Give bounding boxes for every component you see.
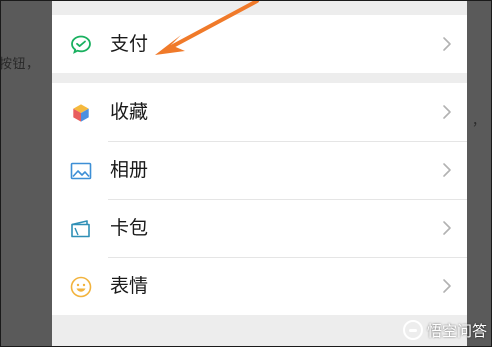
favorites-cube-icon (69, 101, 93, 125)
card-wallet-icon (69, 217, 93, 241)
chevron-right-icon (441, 35, 453, 53)
wechat-me-page: 支付 收藏 相册 卡包 表情 (52, 1, 467, 346)
pay-group: 支付 (52, 15, 467, 73)
watermark-logo-icon (402, 320, 423, 340)
menu-item-cards-label: 卡包 (110, 217, 149, 239)
menu-item-favorites[interactable]: 收藏 (52, 83, 467, 141)
main-group: 收藏 相册 卡包 表情 (52, 83, 467, 315)
top-separator (52, 1, 467, 15)
sticker-smile-icon (69, 275, 93, 299)
watermark: 悟空问答 (402, 318, 487, 342)
wechat-pay-icon (69, 33, 93, 57)
menu-item-stickers-label: 表情 (110, 275, 149, 297)
chevron-right-icon (441, 103, 453, 121)
menu-item-cards[interactable]: 卡包 (52, 199, 467, 257)
screenshot-frame: 按钮， ， 支付 收藏 相册 卡包 表情 悟空问答 (0, 0, 492, 347)
chevron-right-icon (441, 161, 453, 179)
album-picture-icon (69, 159, 93, 183)
group-separator (52, 73, 467, 83)
menu-item-stickers[interactable]: 表情 (52, 257, 467, 315)
menu-item-album[interactable]: 相册 (52, 141, 467, 199)
chevron-right-icon (441, 277, 453, 295)
menu-item-pay-label: 支付 (110, 33, 149, 55)
menu-item-album-label: 相册 (110, 159, 149, 181)
menu-item-pay[interactable]: 支付 (52, 15, 467, 73)
background-text-right: ， (472, 114, 486, 129)
menu-item-favorites-label: 收藏 (110, 101, 149, 123)
watermark-text: 悟空问答 (426, 321, 487, 340)
chevron-right-icon (441, 219, 453, 237)
background-text-left: 按钮， (0, 57, 40, 72)
